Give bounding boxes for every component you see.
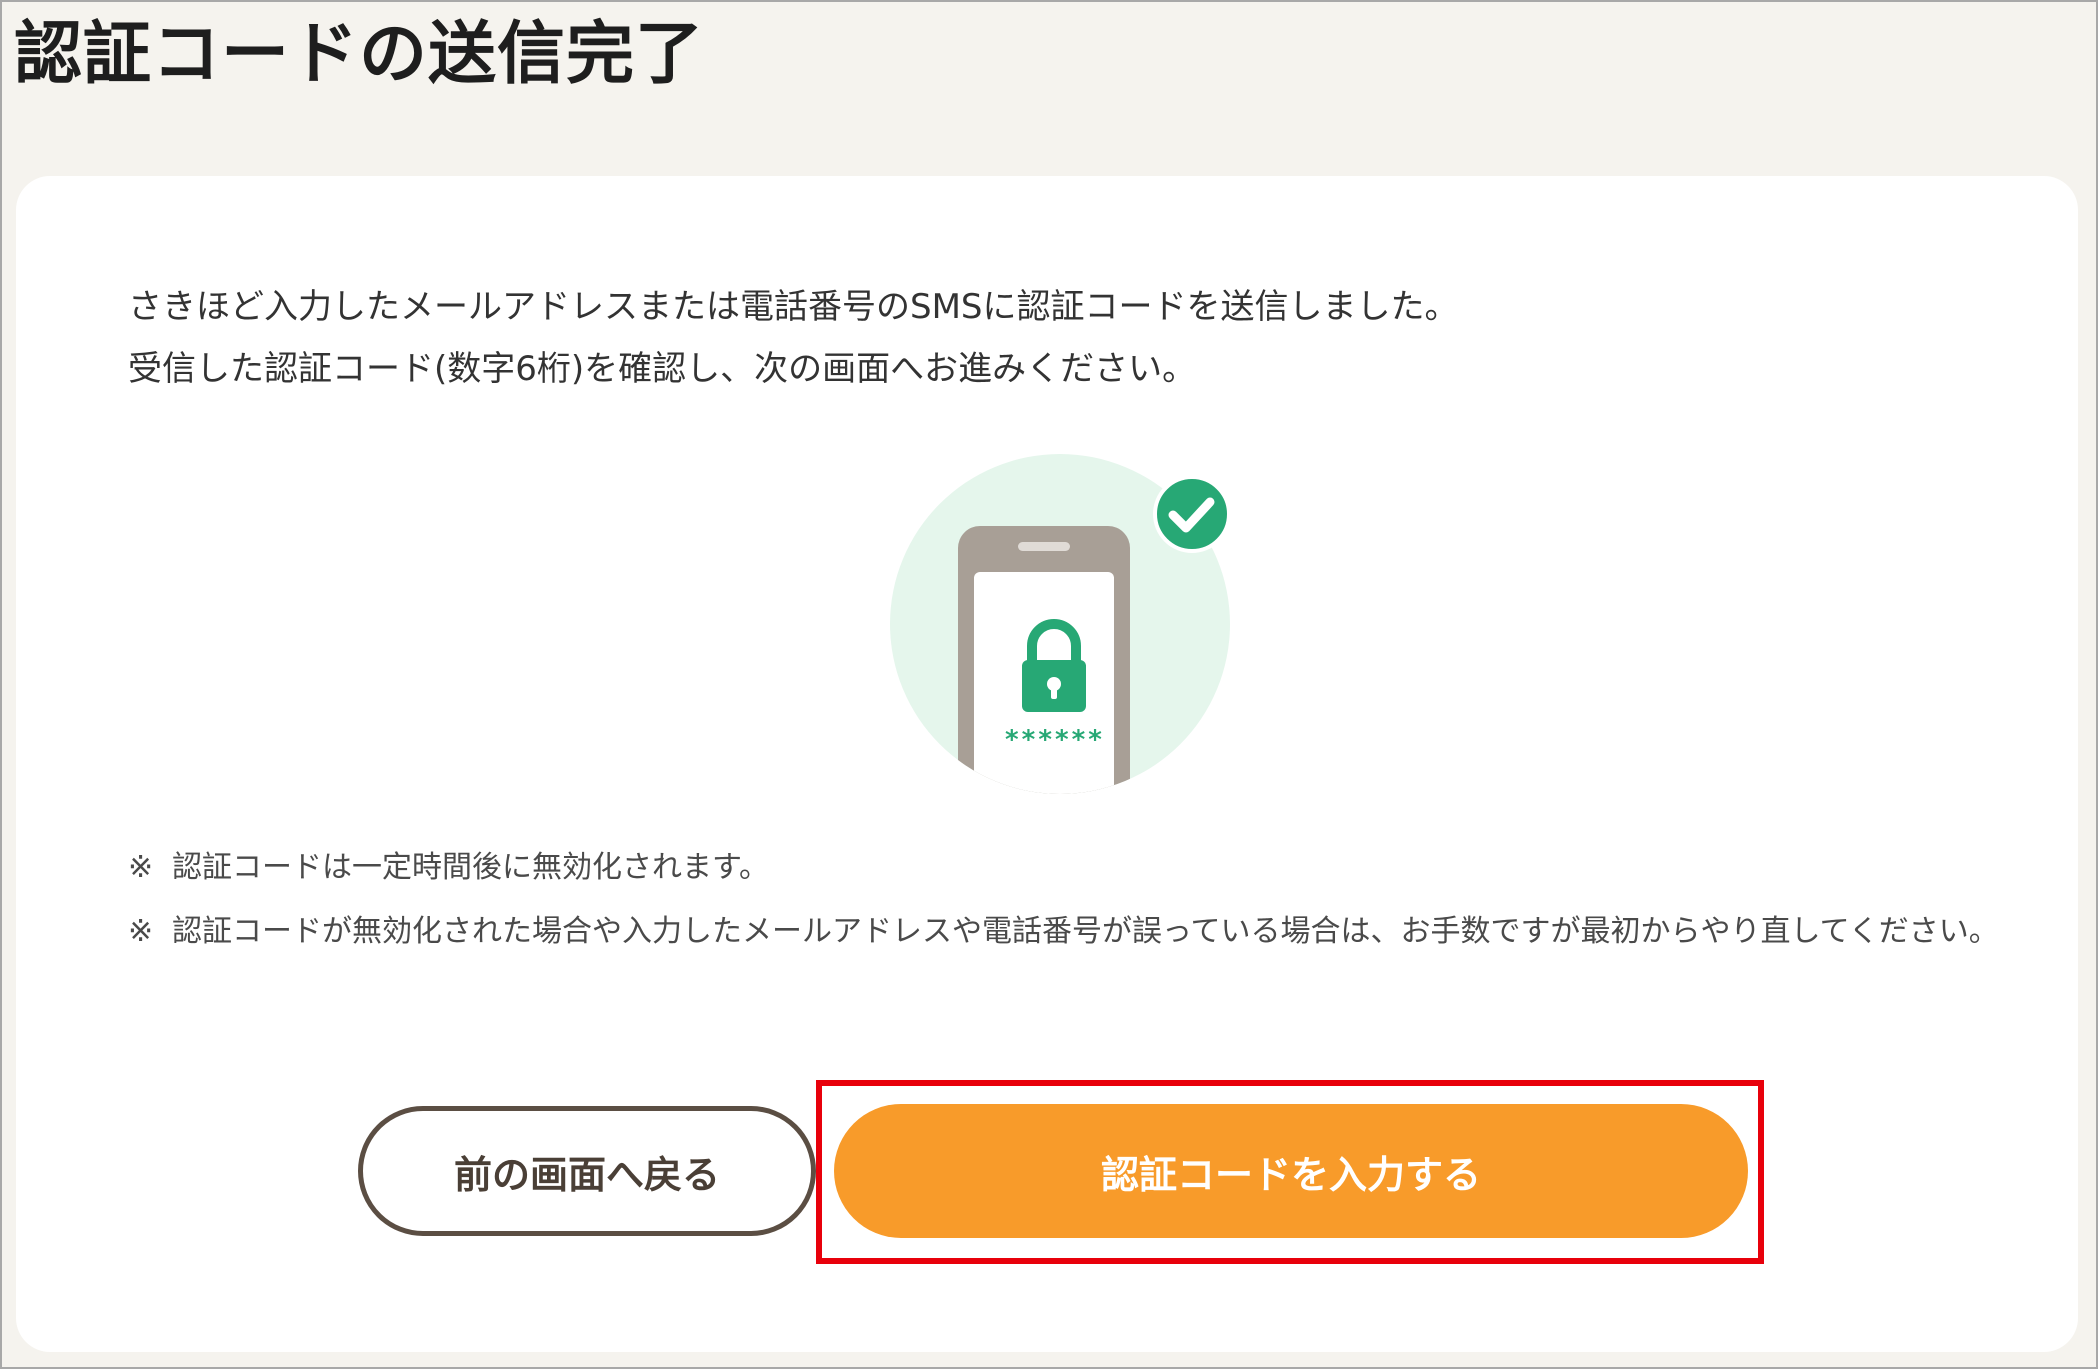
note-item: ※ 認証コードは一定時間後に無効化されます。 (128, 844, 2008, 892)
intro-line-1: さきほど入力したメールアドレスまたは電話番号のSMSに認証コードを送信しました。 (128, 287, 1459, 327)
intro-line-2: 受信した認証コード(数字6桁)を確認し、次の画面へお進みください。 (128, 349, 1197, 389)
masked-code: ****** (1004, 725, 1104, 755)
note-text: 認証コードは一定時間後に無効化されます。 (172, 850, 769, 885)
note-mark: ※ (128, 914, 154, 949)
page-frame: 認証コードの送信完了 さきほど入力したメールアドレスまたは電話番号のSMSに認証… (0, 0, 2098, 1369)
back-button[interactable]: 前の画面へ戻る (358, 1106, 816, 1236)
check-badge-icon (1153, 475, 1231, 553)
intro-message: さきほど入力したメールアドレスまたは電話番号のSMSに認証コードを送信しました。… (128, 276, 1459, 400)
page-title: 認証コードの送信完了 (14, 15, 705, 94)
sms-sent-illustration: ****** (872, 448, 1272, 798)
note-text: 認証コードが無効化された場合や入力したメールアドレスや電話番号が誤っている場合は… (172, 914, 1999, 949)
note-mark: ※ (128, 850, 154, 885)
note-item: ※ 認証コードが無効化された場合や入力したメールアドレスや電話番号が誤っている場… (128, 908, 2008, 956)
content-card: さきほど入力したメールアドレスまたは電話番号のSMSに認証コードを送信しました。… (16, 176, 2078, 1352)
enter-code-button[interactable]: 認証コードを入力する (834, 1104, 1748, 1238)
notes-list: ※ 認証コードは一定時間後に無効化されます。 ※ 認証コードが無効化された場合や… (128, 844, 2008, 972)
